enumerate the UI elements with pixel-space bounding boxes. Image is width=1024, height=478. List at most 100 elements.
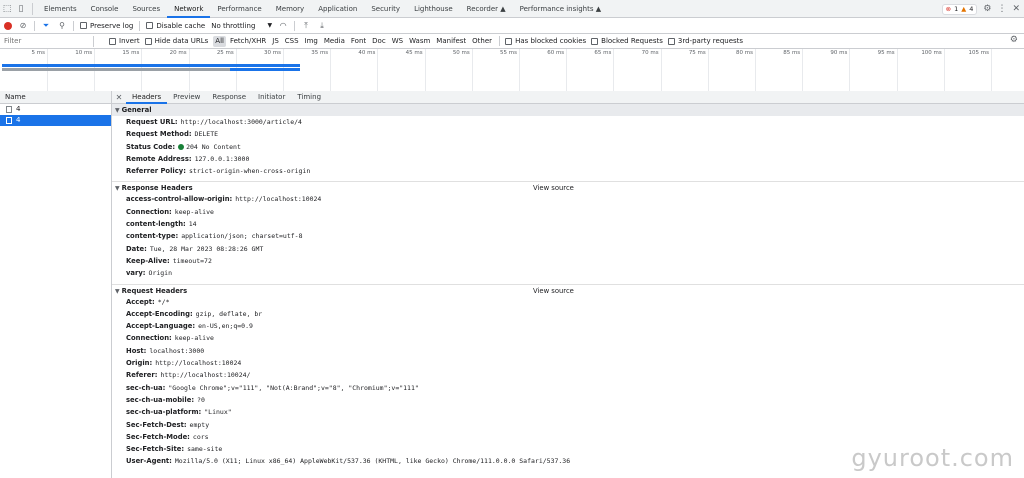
general-title: General xyxy=(121,106,152,114)
tab-elements[interactable]: Elements xyxy=(37,0,84,18)
record-button[interactable] xyxy=(4,21,12,30)
close-devtools-icon[interactable]: ✕ xyxy=(1012,4,1020,14)
preserve-log-checkbox[interactable]: Preserve log xyxy=(80,22,133,30)
header-value: localhost:3000 xyxy=(149,346,205,355)
timeline-overview[interactable]: 5 ms 10 ms 15 ms 20 ms 25 ms 30 ms 35 ms 40 ms 4… xyxy=(0,49,1024,95)
filter-type-font[interactable]: Font xyxy=(349,36,368,47)
header-row: sec-ch-ua-mobile: ?0 xyxy=(112,394,1024,406)
filter-type-css[interactable]: CSS xyxy=(283,36,301,47)
header-name: Accept-Encoding: xyxy=(126,309,193,318)
settings-gear-icon[interactable]: ⚙ xyxy=(983,4,991,14)
warning-icon: ▲ xyxy=(961,5,967,13)
filter-input[interactable] xyxy=(4,35,94,47)
issues-counter[interactable]: ⊗ 1 ▲ 4 xyxy=(941,3,978,15)
tab-lighthouse[interactable]: Lighthouse xyxy=(407,0,460,18)
detail-tab-preview[interactable]: Preview xyxy=(167,91,206,104)
throttling-value: No throttling xyxy=(211,21,256,30)
general-section-header[interactable]: ▼ General xyxy=(112,104,1024,116)
view-source-link[interactable]: View source xyxy=(533,285,574,297)
filter-type-other[interactable]: Other xyxy=(470,36,494,47)
name-column-header[interactable]: Name xyxy=(0,91,111,104)
filter-type-all[interactable]: All xyxy=(213,35,226,47)
header-value: keep-alive xyxy=(174,207,214,216)
warning-count: 4 xyxy=(969,5,974,13)
network-conditions-icon[interactable]: ◠ xyxy=(278,21,288,30)
header-row: access-control-allow-origin: http://local… xyxy=(112,193,1024,205)
has-blocked-cookies-checkbox[interactable]: Has blocked cookies xyxy=(505,37,586,45)
timeline-gridline xyxy=(802,49,804,95)
filter-type-wasm[interactable]: Wasm xyxy=(407,36,432,47)
header-name: Referer: xyxy=(126,371,158,380)
disable-cache-checkbox[interactable]: Disable cache xyxy=(146,22,205,30)
filter-type-img[interactable]: Img xyxy=(303,36,320,47)
header-row: Referrer Policy: strict-origin-when-cross… xyxy=(112,165,1024,177)
filter-type-media[interactable]: Media xyxy=(322,36,347,47)
detail-tab-headers[interactable]: Headers xyxy=(126,91,168,104)
import-har-icon[interactable]: ⤒ xyxy=(301,21,311,31)
header-row: content-type: application/json; charset=u… xyxy=(112,230,1024,242)
close-details-icon[interactable]: ✕ xyxy=(112,93,126,102)
filter-type-manifest[interactable]: Manifest xyxy=(434,36,468,47)
request-row[interactable]: 4 xyxy=(0,104,111,115)
detail-tab-timing[interactable]: Timing xyxy=(291,91,327,104)
request-headers-title: Request Headers xyxy=(121,286,188,295)
network-settings-gear-icon[interactable]: ⚙ xyxy=(1010,35,1018,45)
header-value: gzip, deflate, br xyxy=(195,309,263,318)
third-party-checkbox[interactable]: 3rd-party requests xyxy=(667,37,743,45)
device-toolbar-icon[interactable]: ▯ xyxy=(14,0,28,18)
header-row: Referer: http://localhost:10024/ xyxy=(112,369,1024,381)
header-row: Accept: */* xyxy=(112,296,1024,308)
view-source-link[interactable]: View source xyxy=(533,182,574,194)
request-row[interactable]: 4 xyxy=(0,115,111,126)
timeline-tick-label: 105 ms xyxy=(968,50,989,56)
header-row: Request Method: DELETE xyxy=(112,128,1024,140)
detail-tab-response[interactable]: Response xyxy=(206,91,252,104)
document-icon xyxy=(6,106,12,113)
status-ok-icon xyxy=(178,143,185,150)
invert-checkbox[interactable]: Invert xyxy=(109,37,140,45)
inspect-element-icon[interactable]: ⬚ xyxy=(0,0,14,18)
tab-sources[interactable]: Sources xyxy=(125,0,167,18)
export-har-icon[interactable]: ⤓ xyxy=(317,21,327,31)
filter-type-js[interactable]: JS xyxy=(270,36,281,47)
tab-memory[interactable]: Memory xyxy=(269,0,311,18)
timeline-tick-label: 85 ms xyxy=(783,50,801,56)
header-value: ?0 xyxy=(197,395,205,404)
search-icon[interactable]: ⚲ xyxy=(57,21,67,30)
header-row: Remote Address: 127.0.0.1:3000 xyxy=(112,153,1024,165)
checkbox-box xyxy=(144,37,152,45)
blocked-requests-checkbox[interactable]: Blocked Requests xyxy=(591,37,663,45)
tab-console[interactable]: Console xyxy=(84,0,126,18)
request-headers-section-header[interactable]: ▼ Request Headers View source xyxy=(112,283,1024,297)
response-headers-section-header[interactable]: ▼ Response Headers View source xyxy=(112,181,1024,193)
detail-tabs: ✕ Headers Preview Response Initiator Timing xyxy=(112,91,1024,104)
hide-data-urls-checkbox[interactable]: Hide data URLs xyxy=(144,37,209,45)
tab-performance-insights[interactable]: Performance insights ▲ xyxy=(513,0,608,18)
filter-icon[interactable]: ⏷ xyxy=(41,21,51,31)
header-name: Request Method: xyxy=(126,130,192,139)
hide-data-urls-label: Hide data URLs xyxy=(154,37,209,45)
response-headers-title: Response Headers xyxy=(121,184,193,193)
timeline-gridline xyxy=(519,49,520,95)
tab-recorder[interactable]: Recorder ▲ xyxy=(460,0,513,18)
filter-type-fetch-xhr[interactable]: Fetch/XHR xyxy=(228,36,268,47)
header-name: Request URL: xyxy=(126,118,178,126)
timeline-gridline xyxy=(471,49,473,95)
timeline-gridline xyxy=(943,49,945,95)
filter-type-doc[interactable]: Doc xyxy=(370,36,388,47)
clear-icon[interactable]: ⊘ xyxy=(18,21,28,30)
tab-performance[interactable]: Performance xyxy=(210,0,268,18)
header-value: http://localhost:10024 xyxy=(155,359,242,368)
detail-tab-initiator[interactable]: Initiator xyxy=(252,91,291,104)
tab-application[interactable]: Application xyxy=(311,0,364,18)
dropdown-arrow-icon: ▼ xyxy=(267,21,273,29)
header-name: Referrer Policy: xyxy=(126,167,186,176)
more-options-icon[interactable]: ⋮ xyxy=(997,4,1006,14)
tab-security[interactable]: Security xyxy=(364,0,407,18)
throttling-select[interactable]: No throttling ▼ xyxy=(211,22,272,30)
timeline-bar-request-1 xyxy=(2,64,300,67)
filter-type-ws[interactable]: WS xyxy=(390,36,405,47)
request-items: 44 xyxy=(0,104,111,126)
tab-network[interactable]: Network xyxy=(167,0,211,18)
timeline-gridline xyxy=(330,49,332,95)
